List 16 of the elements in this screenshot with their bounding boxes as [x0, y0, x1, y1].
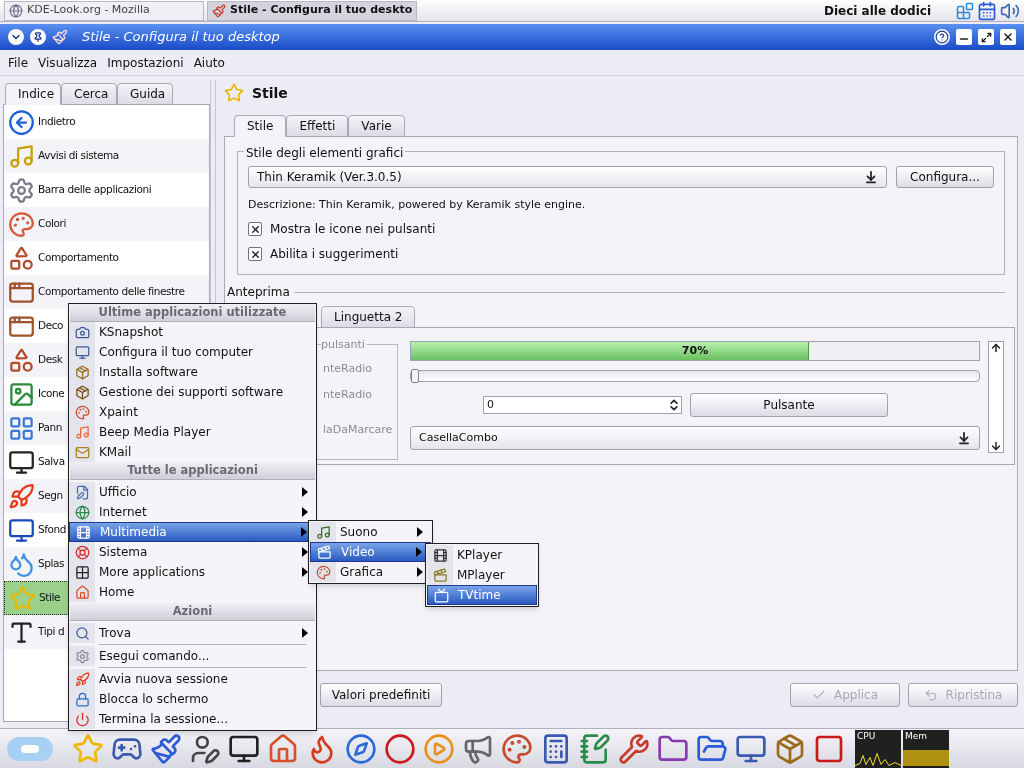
monitor-label: CPU — [856, 729, 877, 742]
checkbox-label: Abilita i suggerimenti — [270, 246, 399, 263]
disabled-option-label: nteRadio — [323, 361, 373, 377]
window-title: Stile - Configura il tuo desktop — [82, 28, 281, 47]
checkbox-label: Mostra le icone nei pulsanti — [270, 221, 436, 238]
menu-section-title: Azioni — [70, 603, 315, 621]
monitor-label: Mem — [904, 729, 929, 742]
group-title: Stile degli elementi grafici — [244, 144, 406, 162]
module-title: Stile — [252, 83, 288, 103]
description-text: Descrizione: Thin Keramik, powered by Keramik style engine. — [248, 197, 587, 213]
section-title: Anteprima — [227, 284, 290, 301]
disabled-option-label: laDaMarcare — [323, 422, 394, 438]
menu-section-title: Tutte le applicazioni — [70, 462, 315, 480]
disabled-option-label: nteRadio — [323, 386, 373, 403]
menu-section-title: Ultime applicazioni utilizzate — [70, 304, 315, 322]
progress-label: 70% — [680, 342, 710, 359]
